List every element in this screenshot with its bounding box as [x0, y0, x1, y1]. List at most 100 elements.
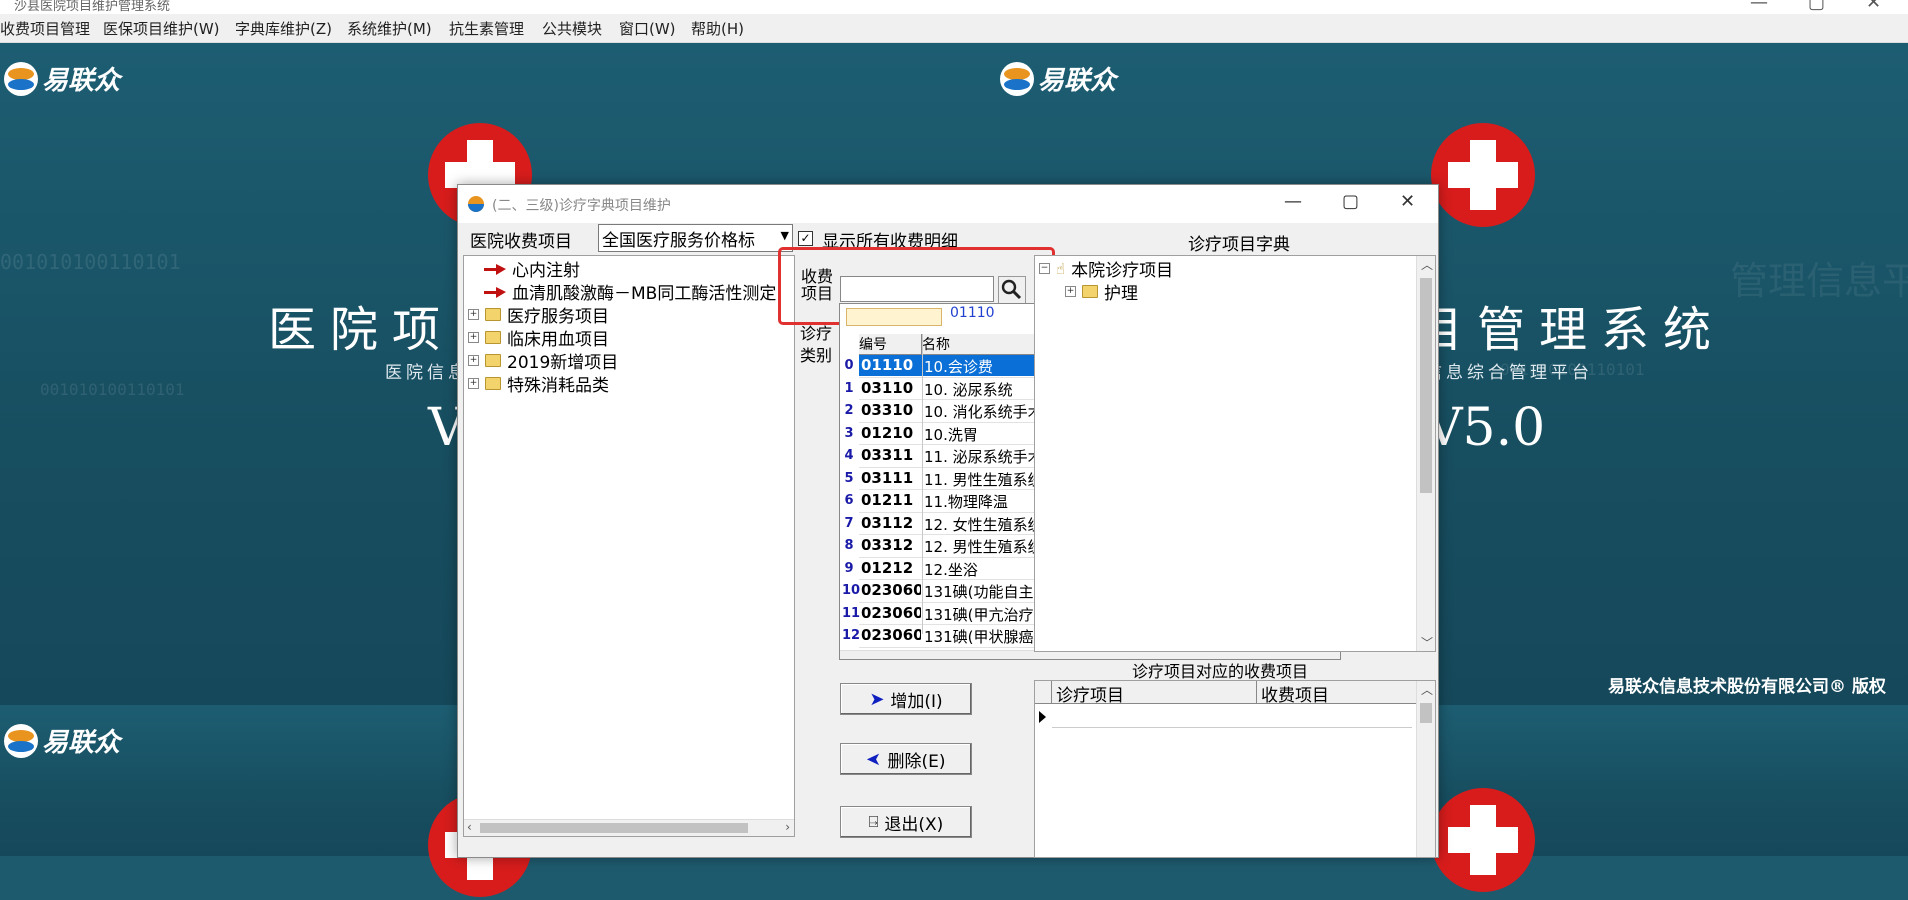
red-cross-icon	[1431, 788, 1535, 892]
price-standard-select[interactable]: 全国医疗服务价格标 ▼	[598, 224, 793, 252]
add-button[interactable]: ➤ 增加(I)	[840, 683, 972, 715]
app-title: 沙县医院项目维护管理系统	[14, 0, 171, 14]
row-number: 0	[844, 358, 854, 373]
arrow-left-icon: ➤	[866, 748, 882, 770]
menu-dictionary[interactable]: 字典库维护(Z)	[235, 18, 332, 39]
row-code[interactable]: 03112	[861, 514, 921, 532]
binary-decoration: 001010100110101	[0, 250, 181, 274]
row-number: 6	[844, 493, 854, 508]
menu-help[interactable]: 帮助(H)	[691, 18, 744, 39]
scroll-right-icon[interactable]: ›	[785, 820, 790, 834]
logo-text: 易联众	[1038, 66, 1117, 96]
close-icon[interactable]: ✕	[1866, 0, 1881, 13]
vertical-scrollbar[interactable]: ︿	[1416, 681, 1435, 857]
expand-icon[interactable]: +	[468, 332, 479, 343]
dictionary-tree[interactable]: − ☝ 本院诊疗项目 + 护理 ︿ ﹀	[1034, 255, 1436, 652]
row-code[interactable]: 01110	[861, 356, 921, 374]
mapping-title: 诊疗项目对应的收费项目	[1132, 662, 1309, 681]
dialog-titlebar: (二、三级)诊疗字典项目维护 — ▢ ✕	[458, 185, 1438, 223]
code-filter: 01110	[950, 305, 995, 321]
row-number: 2	[844, 403, 854, 418]
folder-icon	[485, 331, 501, 344]
tree-root[interactable]: − ☝ 本院诊疗项目	[1039, 256, 1173, 281]
scroll-up-icon[interactable]: ︿	[1421, 681, 1433, 698]
tree-folder[interactable]: + 2019新增项目	[468, 348, 618, 373]
row-code[interactable]: 03312	[861, 536, 921, 554]
scroll-down-icon[interactable]: ﹀	[1421, 634, 1433, 651]
menu-bar: 收费项目管理 医保项目维护(W) 字典库维护(Z) 系统维护(M) 抗生素管理 …	[0, 14, 1908, 43]
menu-insurance[interactable]: 医保项目维护(W)	[103, 18, 220, 39]
logo: 易联众	[1000, 60, 1116, 97]
filter-input[interactable]	[846, 308, 942, 326]
tree-folder[interactable]: + 临床用血项目	[468, 325, 609, 350]
expand-icon[interactable]: +	[468, 355, 479, 366]
red-arrow-icon	[484, 263, 506, 275]
row-number: 4	[844, 448, 854, 463]
row-code[interactable]: 01211	[861, 491, 921, 509]
exit-button[interactable]: ⍈ 退出(X)	[840, 806, 972, 838]
exit-door-icon: ⍈	[868, 812, 879, 831]
hospital-fee-items-label: 医院收费项目	[470, 232, 572, 252]
tree-item[interactable]: 血清肌酸激酶－MB同工酶活性测定	[484, 279, 776, 304]
red-cross-icon	[1431, 123, 1535, 227]
logo-icon	[4, 61, 38, 96]
column-divider	[922, 334, 923, 634]
show-all-checkbox[interactable]: ✓	[798, 231, 813, 246]
row-code[interactable]: 01212	[861, 559, 921, 577]
header-code[interactable]: 编号	[859, 334, 922, 355]
tree-folder[interactable]: + 医疗服务项目	[468, 302, 609, 327]
row-code[interactable]: 03111	[861, 469, 921, 487]
tree-item[interactable]: 心内注射	[484, 256, 580, 281]
row-code[interactable]: 023060	[861, 581, 921, 599]
minimize-icon[interactable]: —	[1284, 191, 1302, 212]
logo-text: 易联众	[42, 728, 121, 758]
row-number: 10	[842, 583, 861, 598]
menu-fee-items[interactable]: 收费项目管理	[0, 18, 90, 39]
wallpaper-subtitle: 信息综合管理平台	[1425, 363, 1593, 383]
row-code[interactable]: 01210	[861, 424, 921, 442]
maximize-icon[interactable]: ▢	[1342, 191, 1359, 212]
scroll-left-icon[interactable]: ‹	[467, 820, 472, 834]
tree-folder[interactable]: + 特殊消耗品类	[468, 371, 609, 396]
row-code[interactable]: 03110	[861, 379, 921, 397]
folder-icon	[1082, 285, 1098, 298]
scroll-up-icon[interactable]: ︿	[1421, 256, 1433, 273]
menu-system[interactable]: 系统维护(M)	[347, 18, 432, 39]
scroll-thumb[interactable]	[1420, 278, 1432, 493]
mapping-row[interactable]	[1052, 705, 1412, 728]
current-row-icon	[1039, 711, 1046, 723]
restore-icon[interactable]: ▢	[1808, 0, 1825, 13]
row-number: 12	[842, 628, 861, 643]
folder-icon	[485, 354, 501, 367]
close-icon[interactable]: ✕	[1400, 191, 1415, 212]
header-diagnosis-item[interactable]: 诊疗项目	[1052, 681, 1257, 704]
row-indicator-header	[1035, 681, 1052, 704]
menu-common[interactable]: 公共模块	[542, 18, 602, 39]
menu-window[interactable]: 窗口(W)	[619, 18, 676, 39]
scroll-thumb[interactable]	[1420, 703, 1432, 723]
logo-icon	[4, 723, 38, 758]
expand-icon[interactable]: +	[468, 309, 479, 320]
fee-items-tree[interactable]: 心内注射 血清肌酸激酶－MB同工酶活性测定 + 医疗服务项目 + 临床用血项目 …	[463, 255, 795, 837]
row-code[interactable]: 03310	[861, 401, 921, 419]
expand-icon[interactable]: +	[468, 378, 479, 389]
horizontal-scrollbar[interactable]: ‹ ›	[464, 819, 794, 836]
delete-button[interactable]: ➤ 删除(E)	[840, 743, 972, 775]
vertical-scrollbar[interactable]: ︿ ﹀	[1416, 256, 1435, 651]
minimize-icon[interactable]: —	[1750, 0, 1768, 13]
app-icon	[468, 196, 484, 212]
tree-folder[interactable]: + 护理	[1065, 279, 1138, 304]
mapping-grid[interactable]: 诊疗项目 收费项目 ︿	[1034, 680, 1436, 858]
expand-icon[interactable]: +	[1065, 286, 1076, 297]
arrow-right-icon: ➤	[869, 688, 885, 710]
row-code[interactable]: 023060	[861, 604, 921, 622]
collapse-icon[interactable]: −	[1039, 263, 1050, 274]
folder-icon	[485, 377, 501, 390]
wallpaper-version: V5.0	[1425, 398, 1546, 458]
scroll-thumb[interactable]	[480, 823, 748, 833]
header-fee-item[interactable]: 收费项目	[1257, 681, 1418, 704]
row-code[interactable]: 03311	[861, 446, 921, 464]
row-code[interactable]: 023060	[861, 626, 921, 644]
copyright-text: 易联众信息技术股份有限公司® 版权	[1608, 677, 1886, 697]
menu-antibiotics[interactable]: 抗生素管理	[449, 18, 524, 39]
